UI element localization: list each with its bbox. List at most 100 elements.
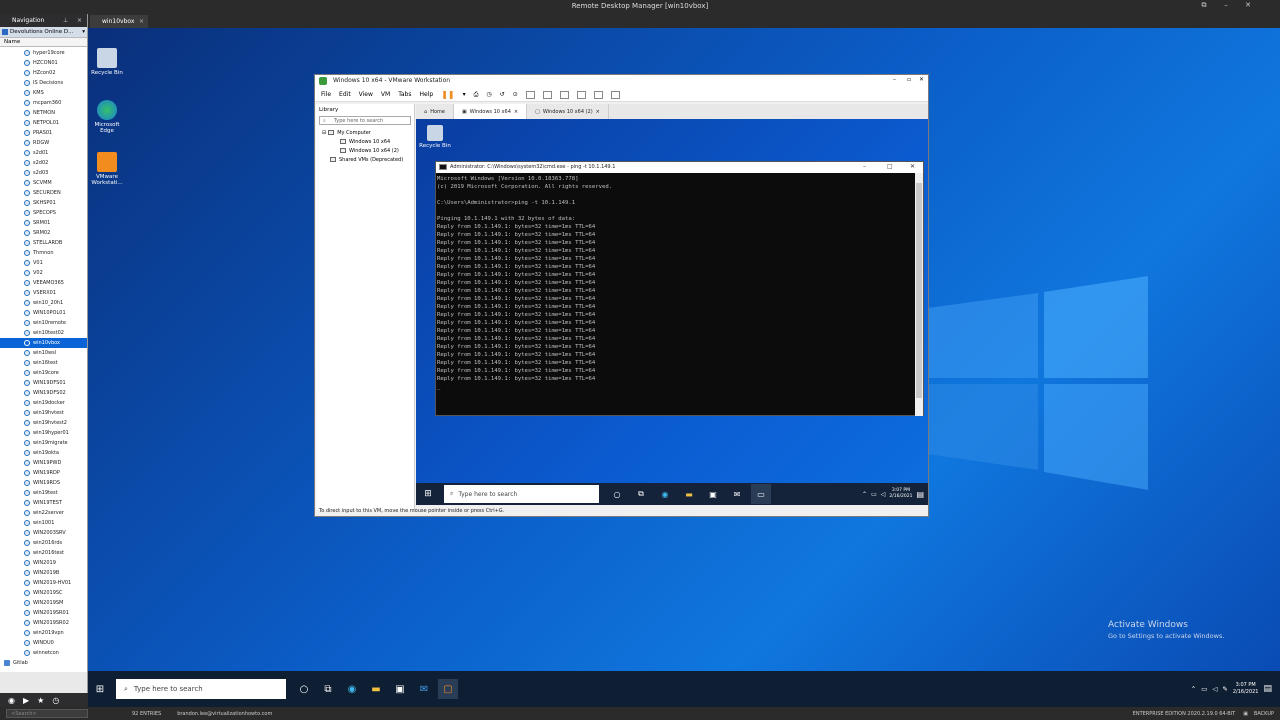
lock-icon[interactable]: ▣ (1243, 711, 1248, 717)
tab-windows-10-x64-2[interactable]: ▢ Windows 10 x64 (2) × (527, 104, 609, 119)
search-input[interactable]: <Search> (6, 709, 88, 718)
tree-item[interactable]: Thmnon (0, 248, 87, 258)
task-view-icon[interactable]: ⧉ (631, 484, 651, 504)
tree-item[interactable]: WIN19RDP (0, 468, 87, 478)
tree-item[interactable]: s2d01 (0, 148, 87, 158)
console-view-icon[interactable] (593, 90, 603, 99)
tree-item[interactable]: win1001 (0, 518, 87, 528)
fullscreen-icon[interactable] (559, 90, 569, 99)
tree-item[interactable]: win19migrate (0, 438, 87, 448)
library-view-icon[interactable] (525, 90, 535, 99)
pin-icon[interactable]: ⊥ (63, 17, 68, 24)
menu-view[interactable]: View (359, 91, 373, 98)
desktop-icon-vmware[interactable]: VMware Workstati... (88, 152, 127, 186)
cmd-minimize-icon[interactable]: – (863, 163, 866, 170)
network-icon[interactable]: ▭ (1201, 685, 1207, 693)
unity-icon[interactable] (576, 90, 586, 99)
tree-item[interactable]: WIN2003SRV (0, 528, 87, 538)
tab-close-icon[interactable]: × (139, 18, 144, 25)
menu-help[interactable]: Help (420, 91, 434, 98)
tree-item[interactable]: SPECOPS (0, 208, 87, 218)
tree-item[interactable]: PRAS01 (0, 128, 87, 138)
network-icon[interactable]: ▭ (871, 491, 877, 498)
tree-item[interactable]: winnetcon (0, 648, 87, 658)
tray-chevron-icon[interactable]: ⌃ (862, 491, 867, 498)
guest-clock[interactable]: 3:07 PM 2/16/2021 (889, 488, 912, 500)
tree-item[interactable]: win19hyper01 (0, 428, 87, 438)
tree-item[interactable]: SRM01 (0, 218, 87, 228)
guest-recycle-bin[interactable]: Recycle Bin (416, 125, 454, 149)
datasource-selector[interactable]: Devolutions Online D... ▾ (0, 27, 87, 38)
tree-item[interactable]: SRM02 (0, 228, 87, 238)
tree-item[interactable]: win10vbox (0, 338, 87, 348)
menu-file[interactable]: File (321, 91, 331, 98)
tree-item[interactable]: SKHSP01 (0, 198, 87, 208)
tree-item[interactable]: STELLARDB (0, 238, 87, 248)
collapse-icon[interactable]: ⊟ (322, 130, 326, 136)
desktop-icon-recycle-bin[interactable]: Recycle Bin (88, 48, 127, 76)
mail-icon[interactable]: ✉ (414, 679, 434, 699)
tree-item[interactable]: win19hvtest2 (0, 418, 87, 428)
tree-item[interactable]: win10wsl (0, 348, 87, 358)
notifications-icon[interactable]: ▤ (916, 490, 924, 499)
guest-start-icon[interactable]: ⊞ (418, 484, 438, 504)
tree-item[interactable]: V02 (0, 268, 87, 278)
tree-item[interactable]: win19docker (0, 398, 87, 408)
tree-item[interactable]: NETMON (0, 108, 87, 118)
tree-item[interactable]: KMS (0, 88, 87, 98)
mail-icon[interactable]: ✉ (727, 484, 747, 504)
view-mode-icon[interactable]: ◉ (8, 696, 15, 705)
column-header-name[interactable]: Name (0, 38, 87, 47)
edge-taskbar-icon[interactable]: ◉ (655, 484, 675, 504)
recent-icon[interactable]: ◷ (52, 696, 59, 705)
send-keys-icon[interactable]: ⎙ (474, 91, 479, 99)
tree-item[interactable]: WIN19TEST (0, 498, 87, 508)
tree-item[interactable]: win10test02 (0, 328, 87, 338)
tree-item[interactable]: win2016rds (0, 538, 87, 548)
edge-taskbar-icon[interactable]: ◉ (342, 679, 362, 699)
volume-icon[interactable]: ◁ (881, 491, 886, 498)
volume-icon[interactable]: ◁ (1212, 685, 1217, 693)
cmd-close-icon[interactable]: ✕ (910, 163, 915, 170)
tree-item[interactable]: WIN2019-HV01 (0, 578, 87, 588)
library-item-my-computer[interactable]: ⊟ My Computer (316, 128, 414, 137)
tree-item[interactable]: IS Decisions (0, 78, 87, 88)
tree-item[interactable]: WIN2019SM (0, 598, 87, 608)
snapshot-icon[interactable]: ◷ (486, 91, 491, 98)
tree-item[interactable]: mcpam360 (0, 98, 87, 108)
thumbnail-icon[interactable] (542, 90, 552, 99)
start-icon[interactable]: ⊞ (90, 679, 110, 699)
store-icon[interactable]: ▣ (703, 484, 723, 504)
tree-item[interactable]: win19hvtest (0, 408, 87, 418)
tree-item[interactable]: WIN19DFS02 (0, 388, 87, 398)
desktop-icon-edge[interactable]: Microsoft Edge (88, 100, 127, 134)
vm-close-icon[interactable]: ✕ (919, 76, 924, 83)
tree-item[interactable]: WIN10POL01 (0, 308, 87, 318)
cmd-scrollbar[interactable] (915, 173, 923, 416)
language-icon[interactable]: ✎ (1222, 685, 1227, 693)
manage-snapshots-icon[interactable]: ⊙ (513, 91, 518, 98)
library-item-shared[interactable]: Shared VMs (Deprecated) (316, 155, 414, 164)
cortana-icon[interactable]: ○ (294, 679, 314, 699)
tree-item[interactable]: SECURDEN (0, 188, 87, 198)
tree-item[interactable]: win16test (0, 358, 87, 368)
menu-tabs[interactable]: Tabs (398, 91, 411, 98)
taskbar-search[interactable]: ⌕ Type here to search (116, 679, 286, 699)
tab-close-icon[interactable]: × (596, 109, 600, 115)
restore-icon[interactable]: ⧉ (1196, 1, 1212, 13)
tray-chevron-icon[interactable]: ⌃ (1191, 685, 1196, 693)
tree-item[interactable]: win10remote (0, 318, 87, 328)
tree-item[interactable]: HZcon02 (0, 68, 87, 78)
vmware-taskbar-icon[interactable]: ▢ (438, 679, 458, 699)
tree-item[interactable]: NETPOL01 (0, 118, 87, 128)
cmd-output[interactable]: Microsoft Windows [Version 10.0.18363.77… (436, 173, 923, 391)
tree-item[interactable]: WIN2019 (0, 558, 87, 568)
vm-restore-icon[interactable]: ▫ (907, 76, 911, 83)
minimize-icon[interactable]: – (1218, 1, 1234, 13)
tree-item[interactable]: win10_20h1 (0, 298, 87, 308)
tree-item[interactable]: hyper19core (0, 48, 87, 58)
tree-item[interactable]: VSERX01 (0, 288, 87, 298)
tab-windows-10-x64[interactable]: ▣ Windows 10 x64 × (453, 104, 528, 119)
tree-item[interactable]: WIN2019SR02 (0, 618, 87, 628)
task-view-icon[interactable]: ⧉ (318, 679, 338, 699)
